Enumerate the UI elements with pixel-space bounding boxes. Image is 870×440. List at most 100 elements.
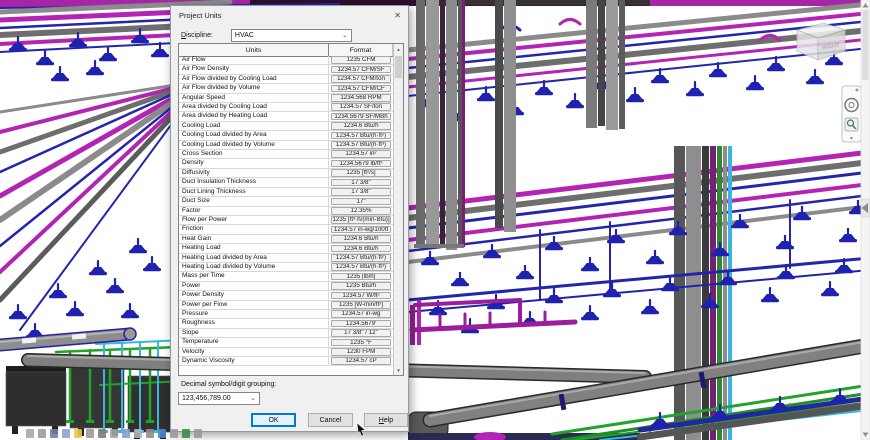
- format-button[interactable]: 1234.57 Btu/(h·ft²): [331, 253, 391, 262]
- format-button[interactable]: 1235 [lb/h]: [331, 272, 391, 281]
- format-button[interactable]: 1234.57 CFM/CF: [331, 84, 391, 93]
- view-control-icon[interactable]: [50, 429, 58, 438]
- help-button[interactable]: Help: [364, 413, 408, 427]
- format-cell: 1235 [ft³·h/(min-Btu)]: [329, 216, 393, 224]
- format-button[interactable]: 1234.57 CFM/ton: [331, 75, 391, 83]
- view-control-icon[interactable]: [38, 429, 46, 438]
- format-button[interactable]: 1234.57 CFM/SF: [331, 65, 391, 74]
- format-button[interactable]: 1235 [ft³·h/(min-Btu)]: [331, 216, 391, 224]
- format-cell: 1235 °F: [329, 338, 393, 347]
- format-button[interactable]: 12.35%: [331, 206, 391, 215]
- unit-name: Area divided by Heating Load: [179, 112, 329, 121]
- view-control-icon[interactable]: [182, 429, 190, 438]
- view-control-icon[interactable]: [158, 429, 166, 438]
- format-button[interactable]: 17 3/8" / 12": [331, 329, 391, 337]
- discipline-select[interactable]: HVAC ⌄: [230, 28, 352, 42]
- format-column-header[interactable]: Format: [329, 44, 393, 56]
- view-control-icon[interactable]: [98, 429, 106, 438]
- unit-name: Cooling Load: [179, 121, 329, 131]
- format-button[interactable]: 1234.5679 lb/ft³: [331, 159, 391, 168]
- table-row: Power Density 1234.57 W/ft²: [179, 291, 393, 301]
- format-button[interactable]: 1230 FPM: [331, 348, 391, 356]
- table-row: Air Flow 1235 CFM: [179, 56, 393, 66]
- format-button[interactable]: 1234.57 Btu/(h·ft³): [331, 263, 391, 271]
- viewport-scrollbar[interactable]: [860, 0, 870, 440]
- table-row: Temperature 1235 °F: [179, 338, 393, 348]
- format-button[interactable]: 1235 °F: [331, 338, 391, 347]
- format-button[interactable]: 1235 CFM: [331, 56, 391, 64]
- format-button[interactable]: 1234.57 W/ft²: [331, 291, 391, 300]
- scroll-down-icon[interactable]: ▼: [394, 365, 403, 375]
- table-row: Diffusivity 1235 [ft²/s]: [179, 168, 393, 179]
- table-row: Heating Load divided by Volume 1234.57 B…: [179, 262, 393, 273]
- format-button[interactable]: 1234.57 in-wg: [331, 310, 391, 318]
- chevron-down-icon: ⌄: [342, 31, 348, 39]
- navbar-chevron-down-icon[interactable]: ▾: [850, 136, 853, 142]
- view-control-icon[interactable]: [62, 429, 70, 438]
- format-button[interactable]: 1234.57 cP: [331, 357, 391, 365]
- format-button[interactable]: 17 3/8": [331, 188, 391, 196]
- view-control-icon[interactable]: [122, 429, 130, 438]
- unit-name: Diffusivity: [179, 168, 329, 178]
- ok-button[interactable]: OK: [251, 413, 296, 427]
- view-control-icon[interactable]: [170, 429, 178, 438]
- view-control-icon[interactable]: [194, 429, 202, 438]
- table-scrollbar-thumb[interactable]: [395, 56, 402, 78]
- format-cell: 1235 [W-min/ft³]: [329, 300, 393, 309]
- unit-name: Pressure: [179, 309, 329, 319]
- unit-name: Heating Load divided by Volume: [179, 262, 329, 272]
- format-button[interactable]: 1234.568 RPM: [331, 94, 391, 102]
- table-row: Slope 17 3/8" / 12": [179, 328, 393, 339]
- format-button[interactable]: 1234.6 Btu/h: [331, 235, 391, 243]
- dialog-titlebar[interactable]: Project Units ✕: [171, 6, 408, 24]
- format-button[interactable]: 1234.57 in²: [331, 150, 391, 159]
- format-button[interactable]: 1234.57 Btu/(h·ft³): [331, 141, 391, 149]
- table-row: Area divided by Cooling Load 1234.57 SF/…: [179, 103, 393, 113]
- view-control-icon[interactable]: [146, 429, 154, 438]
- view-control-icon[interactable]: [26, 429, 34, 438]
- discipline-label: Discipline:: [181, 31, 213, 39]
- units-column-header[interactable]: Units: [179, 44, 329, 56]
- format-button[interactable]: 1234.6 Btu/h: [331, 244, 391, 253]
- table-row: Duct Insulation Thickness 17 3/8": [179, 178, 393, 188]
- format-button[interactable]: 1234.57 in-wg/100ft: [331, 225, 391, 234]
- format-button[interactable]: 1235 [W-min/ft³]: [331, 300, 391, 309]
- view-control-icon[interactable]: [110, 429, 118, 438]
- unit-name: Friction: [179, 225, 329, 234]
- format-button[interactable]: 1235 Btu/h: [331, 282, 391, 290]
- table-row: Power per Flow 1235 [W-min/ft³]: [179, 300, 393, 310]
- unit-name: Temperature: [179, 338, 329, 347]
- unit-name: Slope: [179, 328, 329, 338]
- cancel-button[interactable]: Cancel: [308, 413, 353, 427]
- format-button[interactable]: 17": [331, 197, 391, 206]
- format-button[interactable]: 1234.57 SF/ton: [331, 103, 391, 112]
- table-row: Air Flow Density 1234.57 CFM/SF: [179, 65, 393, 75]
- table-row: Area divided by Heating Load 1234.5679 S…: [179, 112, 393, 122]
- viewcube[interactable]: RIGHT: [795, 22, 847, 61]
- format-cell: 1234.57 Btu/(h·ft²): [329, 253, 393, 262]
- table-row: Duct Lining Thickness 17 3/8": [179, 187, 393, 198]
- view-control-icon[interactable]: [74, 429, 82, 438]
- format-cell: 1234.57 CFM/ton: [329, 75, 393, 83]
- zoom-tool-icon[interactable]: [844, 117, 859, 132]
- format-cell: 1234.57 in-wg: [329, 310, 393, 318]
- format-button[interactable]: 1234.6 Btu/h: [331, 122, 391, 130]
- scroll-up-icon[interactable]: ▲: [394, 44, 403, 55]
- format-cell: 1234.6 Btu/h: [329, 122, 393, 130]
- dialog-button-row: OK Cancel Help: [171, 413, 408, 429]
- scrollbar-thumb[interactable]: [862, 10, 869, 80]
- format-button[interactable]: 1235 [ft²/s]: [331, 169, 391, 177]
- format-cell: 1234.5679': [329, 319, 393, 328]
- navbar-gear-icon[interactable]: [855, 88, 859, 92]
- format-button[interactable]: 1234.5679 SF/MBh: [331, 112, 391, 121]
- close-icon[interactable]: ✕: [394, 11, 401, 20]
- model-3d-viewport[interactable]: RIGHT ▾: [0, 0, 870, 440]
- decimal-grouping-select[interactable]: 123,456,789.00 ⌄: [178, 392, 260, 405]
- table-row: Cooling Load 1234.6 Btu/h: [179, 121, 393, 132]
- view-control-icon[interactable]: [134, 429, 142, 438]
- table-scrollbar[interactable]: ▲ ▼: [393, 44, 403, 375]
- format-button[interactable]: 1234.5679': [331, 319, 391, 328]
- format-button[interactable]: 1234.57 Btu/(h·ft²): [331, 131, 391, 140]
- view-control-icon[interactable]: [86, 429, 94, 438]
- format-button[interactable]: 17 3/8": [331, 178, 391, 187]
